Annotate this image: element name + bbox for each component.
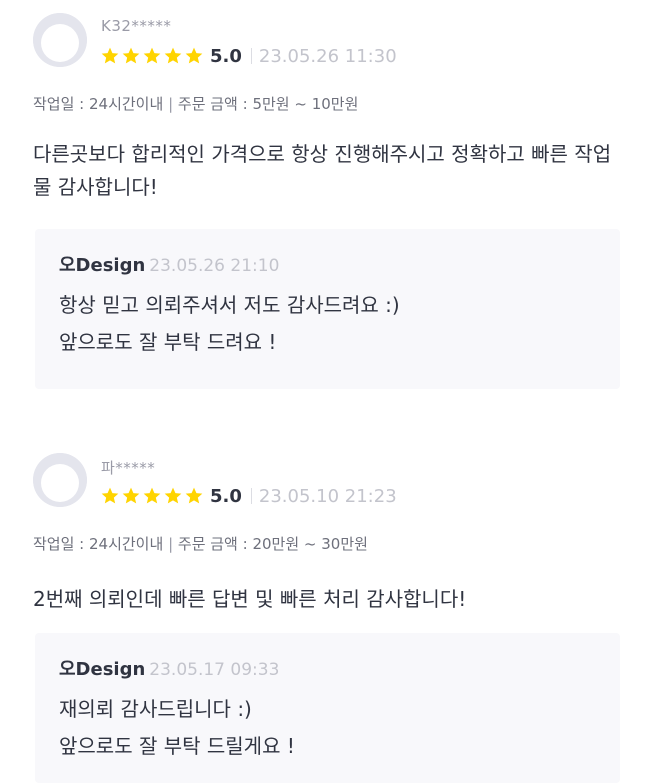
reply-date: 23.05.17 09:33 bbox=[149, 660, 280, 680]
reply-header: 오Design 23.05.26 21:10 bbox=[59, 251, 279, 277]
star-icon bbox=[164, 47, 182, 64]
order-amount: 주문 금액 : 5만원 ~ 10만원 bbox=[177, 95, 359, 113]
review-text: 다른곳보다 합리적인 가격으로 항상 진행해주시고 정확하고 빠른 작업물 감사… bbox=[33, 142, 612, 199]
review-item: K32***** 5.0 23.05.26 11:30 작업일 : 24시간이내… bbox=[0, 0, 652, 420]
divider bbox=[250, 48, 252, 64]
rating-row: 5.0 23.05.10 21:23 bbox=[100, 485, 397, 507]
reviewer-name: 파***** bbox=[101, 459, 156, 477]
rating-score: 5.0 bbox=[210, 485, 242, 507]
star-rating bbox=[100, 46, 204, 66]
review-date: 23.05.10 21:23 bbox=[258, 485, 397, 507]
reply-line: 앞으로도 잘 부탁 드릴게요 ! bbox=[59, 734, 295, 758]
order-meta: 작업일 : 24시간이내 | 주문 금액 : 5만원 ~ 10만원 bbox=[33, 93, 358, 114]
default-avatar-icon bbox=[33, 453, 87, 507]
review-item: 파***** 5.0 23.05.10 21:23 작업일 : 24시간이내 |… bbox=[0, 440, 652, 783]
default-avatar-icon bbox=[33, 13, 87, 67]
star-icon bbox=[101, 487, 119, 504]
divider bbox=[250, 488, 252, 504]
work-days: 작업일 : 24시간이내 bbox=[33, 535, 164, 553]
star-icon bbox=[185, 47, 203, 64]
star-icon bbox=[164, 487, 182, 504]
seller-reply: 오Design 23.05.17 09:33 재의뢰 감사드립니다 :) 앞으로… bbox=[35, 633, 620, 783]
reply-date: 23.05.26 21:10 bbox=[149, 256, 280, 276]
rating-row: 5.0 23.05.26 11:30 bbox=[100, 45, 397, 67]
rating-score: 5.0 bbox=[210, 45, 242, 67]
order-amount: 주문 금액 : 20만원 ~ 30만원 bbox=[177, 535, 368, 553]
order-meta: 작업일 : 24시간이내 | 주문 금액 : 20만원 ~ 30만원 bbox=[33, 533, 368, 554]
meta-divider: | bbox=[168, 535, 178, 553]
reply-text: 항상 믿고 의뢰주셔서 저도 감사드려요 :) 앞으로도 잘 부탁 드려요 ! bbox=[59, 287, 400, 361]
reply-line: 재의뢰 감사드립니다 :) bbox=[59, 697, 252, 721]
star-icon bbox=[122, 47, 140, 64]
star-icon bbox=[185, 487, 203, 504]
reviewer-name: K32***** bbox=[101, 17, 172, 35]
star-rating bbox=[100, 486, 204, 506]
star-icon bbox=[122, 487, 140, 504]
work-days: 작업일 : 24시간이내 bbox=[33, 95, 164, 113]
reply-text: 재의뢰 감사드립니다 :) 앞으로도 잘 부탁 드릴게요 ! bbox=[59, 691, 295, 765]
star-icon bbox=[143, 487, 161, 504]
meta-divider: | bbox=[168, 95, 178, 113]
review-text: 2번째 의뢰인데 빠른 답변 및 빠른 처리 감사합니다! bbox=[33, 587, 467, 611]
reply-header: 오Design 23.05.17 09:33 bbox=[59, 655, 279, 681]
reply-line: 앞으로도 잘 부탁 드려요 ! bbox=[59, 330, 277, 354]
review-date: 23.05.26 11:30 bbox=[258, 45, 397, 67]
star-icon bbox=[101, 47, 119, 64]
reply-line: 항상 믿고 의뢰주셔서 저도 감사드려요 :) bbox=[59, 293, 400, 317]
seller-reply: 오Design 23.05.26 21:10 항상 믿고 의뢰주셔서 저도 감사… bbox=[35, 229, 620, 389]
star-icon bbox=[143, 47, 161, 64]
reply-author: 오Design bbox=[59, 659, 146, 680]
reply-author: 오Design bbox=[59, 255, 146, 276]
